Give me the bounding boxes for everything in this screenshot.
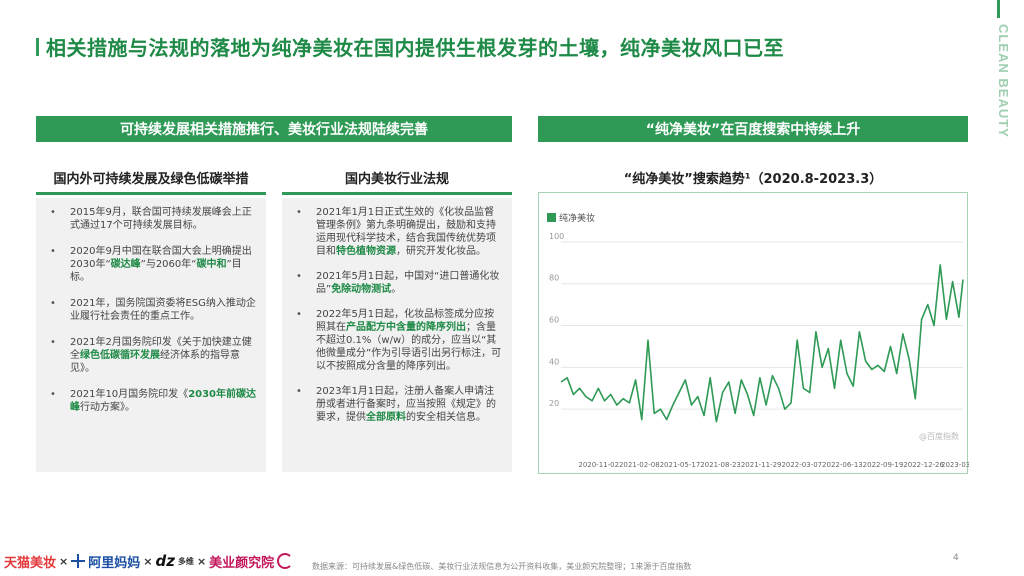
x-tick-label: 2020-11-02	[578, 461, 619, 469]
highlight-text: 产品配方中含量的降序列出	[346, 322, 466, 333]
chart-heading: “纯净美妆”搜索趋势¹（2020.8-2023.3）	[623, 172, 883, 187]
left-section-banner: 可持续发展相关措施推行、美妆行业法规陆续完善	[36, 116, 512, 142]
right-section-banner: “纯净美妆”在百度搜索中持续上升	[538, 116, 968, 142]
list-item: 2015年9月，联合国可持续发展峰会上正式通过17个可持续发展目标。	[46, 206, 258, 232]
x-tick-label: 2022-03-07	[781, 461, 822, 469]
list-item: 2021年2月国务院印发《关于加快建立健全绿色低碳循环发展经济体系的指导意见》。	[46, 336, 258, 375]
highlight-text: 碳达峰	[110, 259, 141, 270]
dz-logo-subtitle: 多维	[177, 556, 194, 566]
regulation-list: 2021年1月1日正式生效的《化妆品监督管理条例》第九条明确提出，鼓励和支持运用…	[292, 206, 504, 424]
item-text: ”与2060年“	[140, 259, 197, 270]
list-item: 2021年，国务院国资委将ESG纳入推动企业履行社会责任的重点工作。	[46, 297, 258, 323]
highlight-text: 碳中和	[196, 259, 227, 270]
footer-logos: 天猫美妆 × 阿里妈妈 × dz 多维 × 美业颜究院	[4, 548, 294, 574]
y-tick-label: 60	[549, 316, 559, 325]
chart-watermark: @百度指数	[919, 431, 959, 441]
sustainability-heading: 国内外可持续发展及绿色低碳举措	[53, 172, 249, 187]
item-text: 2021年10月国务院印发《	[70, 389, 189, 400]
side-brand-label: CLEAN BEAUTY	[996, 24, 1011, 138]
highlight-text: 绿色低碳循环发展	[80, 350, 160, 361]
side-accent-tab	[997, 0, 1000, 18]
highlight-text: 特色植物资源	[336, 246, 396, 257]
logo-separator: ×	[196, 554, 207, 568]
regulation-heading-underline	[282, 192, 512, 195]
highlight-text: 免除动物测试	[331, 284, 392, 295]
list-item: 2021年10月国务院印发《2030年前碳达峰行动方案》。	[46, 388, 258, 414]
highlight-text: 全部原料	[366, 412, 406, 423]
legend-label: 纯净美妆	[559, 212, 595, 224]
trend-chart: 20 40 60 80 100 2020-11-02 2021-02-08 2021-05-1…	[547, 212, 969, 469]
legend-swatch	[547, 213, 556, 222]
series-line	[560, 264, 964, 423]
x-tick-label: 2021-05-17	[660, 461, 701, 469]
snowflake-icon	[71, 554, 85, 568]
page-number: 4	[953, 553, 959, 563]
x-tick-label: 2022-09-19	[863, 461, 904, 469]
list-item: 2021年5月1日起，中国对“进口普通化妆品”免除动物测试。	[292, 270, 504, 296]
x-tick-label: 2021-08-23	[700, 461, 741, 469]
regulation-heading: 国内美妆行业法规	[344, 172, 449, 187]
dz-logo: dz	[155, 552, 175, 570]
x-tick-label: 2021-02-08	[619, 461, 660, 469]
list-item: 2021年1月1日正式生效的《化妆品监督管理条例》第九条明确提出，鼓励和支持运用…	[292, 206, 504, 258]
swirl-logo-icon	[277, 553, 294, 569]
logo-separator: ×	[143, 554, 153, 568]
logo-separator: ×	[59, 554, 69, 568]
list-item: 2022年5月1日起，化妆品标签成分应按照其在产品配方中含量的降序列出；含量不超…	[292, 308, 504, 373]
y-tick-label: 100	[549, 232, 564, 241]
y-tick-label: 40	[549, 357, 559, 366]
item-text: 2021年，国务院国资委将ESG纳入推动企业履行社会责任的重点工作。	[70, 298, 256, 322]
tmall-logo: 天猫美妆	[4, 555, 57, 571]
trend-chart-frame: 20 40 60 80 100 2020-11-02 2021-02-08 2021-05-1…	[538, 192, 969, 474]
title-accent-bar	[36, 38, 39, 56]
item-text: 2015年9月，联合国可持续发展峰会上正式通过17个可持续发展目标。	[70, 207, 252, 231]
source-note: 数据来源：可持续发展&绿色低碳、美妆行业法规信息为公开资料收集，美业颜究院整理；…	[312, 562, 692, 571]
x-tick-label: 2023-03-27	[941, 461, 969, 469]
sustainability-panel: 2015年9月，联合国可持续发展峰会上正式通过17个可持续发展目标。 2020年9…	[36, 198, 266, 472]
x-tick-label: 2022-06-13	[822, 461, 863, 469]
item-text: 的安全相关信息。	[406, 412, 486, 423]
page-title: 相关措施与法规的落地为纯净美妆在国内提供生根发芽的土壤，纯净美妆风口已至	[46, 36, 784, 60]
meiye-logo: 美业颜究院	[209, 555, 275, 571]
item-text: 行动方案》。	[80, 402, 135, 413]
x-tick-label: 2021-11-29	[741, 461, 782, 469]
regulation-panel: 2021年1月1日正式生效的《化妆品监督管理条例》第九条明确提出，鼓励和支持运用…	[282, 198, 512, 472]
alimama-logo: 阿里妈妈	[88, 555, 141, 571]
item-text: 。	[391, 284, 402, 295]
item-text: ，研究开发化妆品。	[396, 246, 486, 257]
sustainability-heading-underline	[36, 192, 266, 195]
sustainability-list: 2015年9月，联合国可持续发展峰会上正式通过17个可持续发展目标。 2020年9…	[46, 206, 258, 414]
y-tick-label: 20	[549, 399, 559, 408]
list-item: 2020年9月中国在联合国大会上明确提出2030年“碳达峰”与2060年“碳中和…	[46, 245, 258, 284]
list-item: 2023年1月1日起，注册人备案人申请注册或者进行备案时，应当按照《规定》的要求…	[292, 385, 504, 424]
y-tick-label: 80	[549, 274, 559, 283]
x-tick-label: 2022-12-26	[903, 461, 944, 469]
